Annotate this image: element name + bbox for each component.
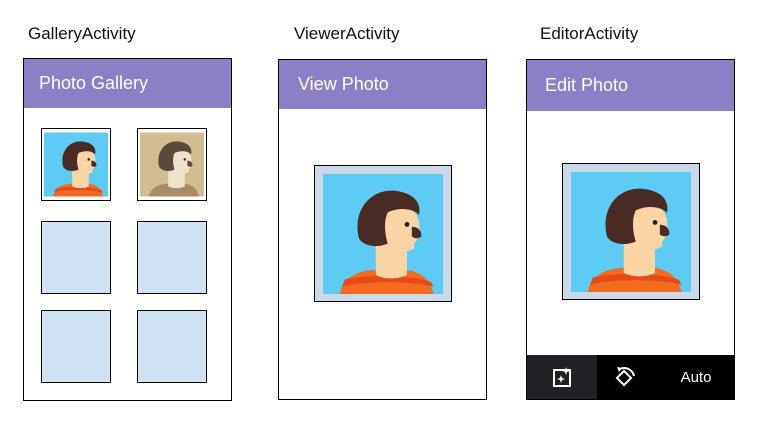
gallery-thumbnail-placeholder[interactable] [41, 221, 111, 294]
auto-enhance-button[interactable] [543, 355, 583, 399]
rotate-button[interactable] [605, 355, 645, 399]
rotate-icon [615, 367, 635, 387]
editor-title: Edit Photo [545, 75, 629, 95]
viewer-photo-frame[interactable] [314, 165, 452, 302]
viewer-title: View Photo [298, 74, 389, 94]
auto-enhance-icon [553, 367, 571, 387]
caption-viewer-activity: ViewerActivity [294, 24, 400, 43]
portrait-photo [322, 174, 444, 294]
caption-gallery-activity: GalleryActivity [28, 24, 136, 43]
portrait-photo [44, 131, 108, 198]
gallery-thumbnail[interactable] [137, 128, 207, 201]
editor-screen: Edit Photo Auto [526, 59, 735, 400]
auto-label: Auto [680, 368, 712, 386]
auto-button[interactable]: Auto [671, 355, 721, 399]
viewer-screen: View Photo [278, 59, 487, 400]
gallery-screen: Photo Gallery [23, 58, 232, 401]
portrait-photo-sepia [140, 131, 204, 198]
gallery-title: Photo Gallery [39, 73, 149, 93]
editor-photo-frame[interactable] [562, 163, 700, 300]
viewer-app-bar: View Photo [279, 60, 486, 109]
gallery-thumbnail-placeholder[interactable] [137, 221, 207, 294]
editor-app-bar: Edit Photo [527, 60, 734, 111]
portrait-photo [570, 172, 692, 292]
gallery-thumbnail[interactable] [41, 128, 111, 201]
editor-toolbar: Auto [527, 355, 734, 399]
caption-editor-activity: EditorActivity [540, 24, 639, 43]
gallery-app-bar: Photo Gallery [24, 59, 231, 108]
gallery-thumbnail-placeholder[interactable] [137, 310, 207, 383]
gallery-thumbnail-placeholder[interactable] [41, 310, 111, 383]
